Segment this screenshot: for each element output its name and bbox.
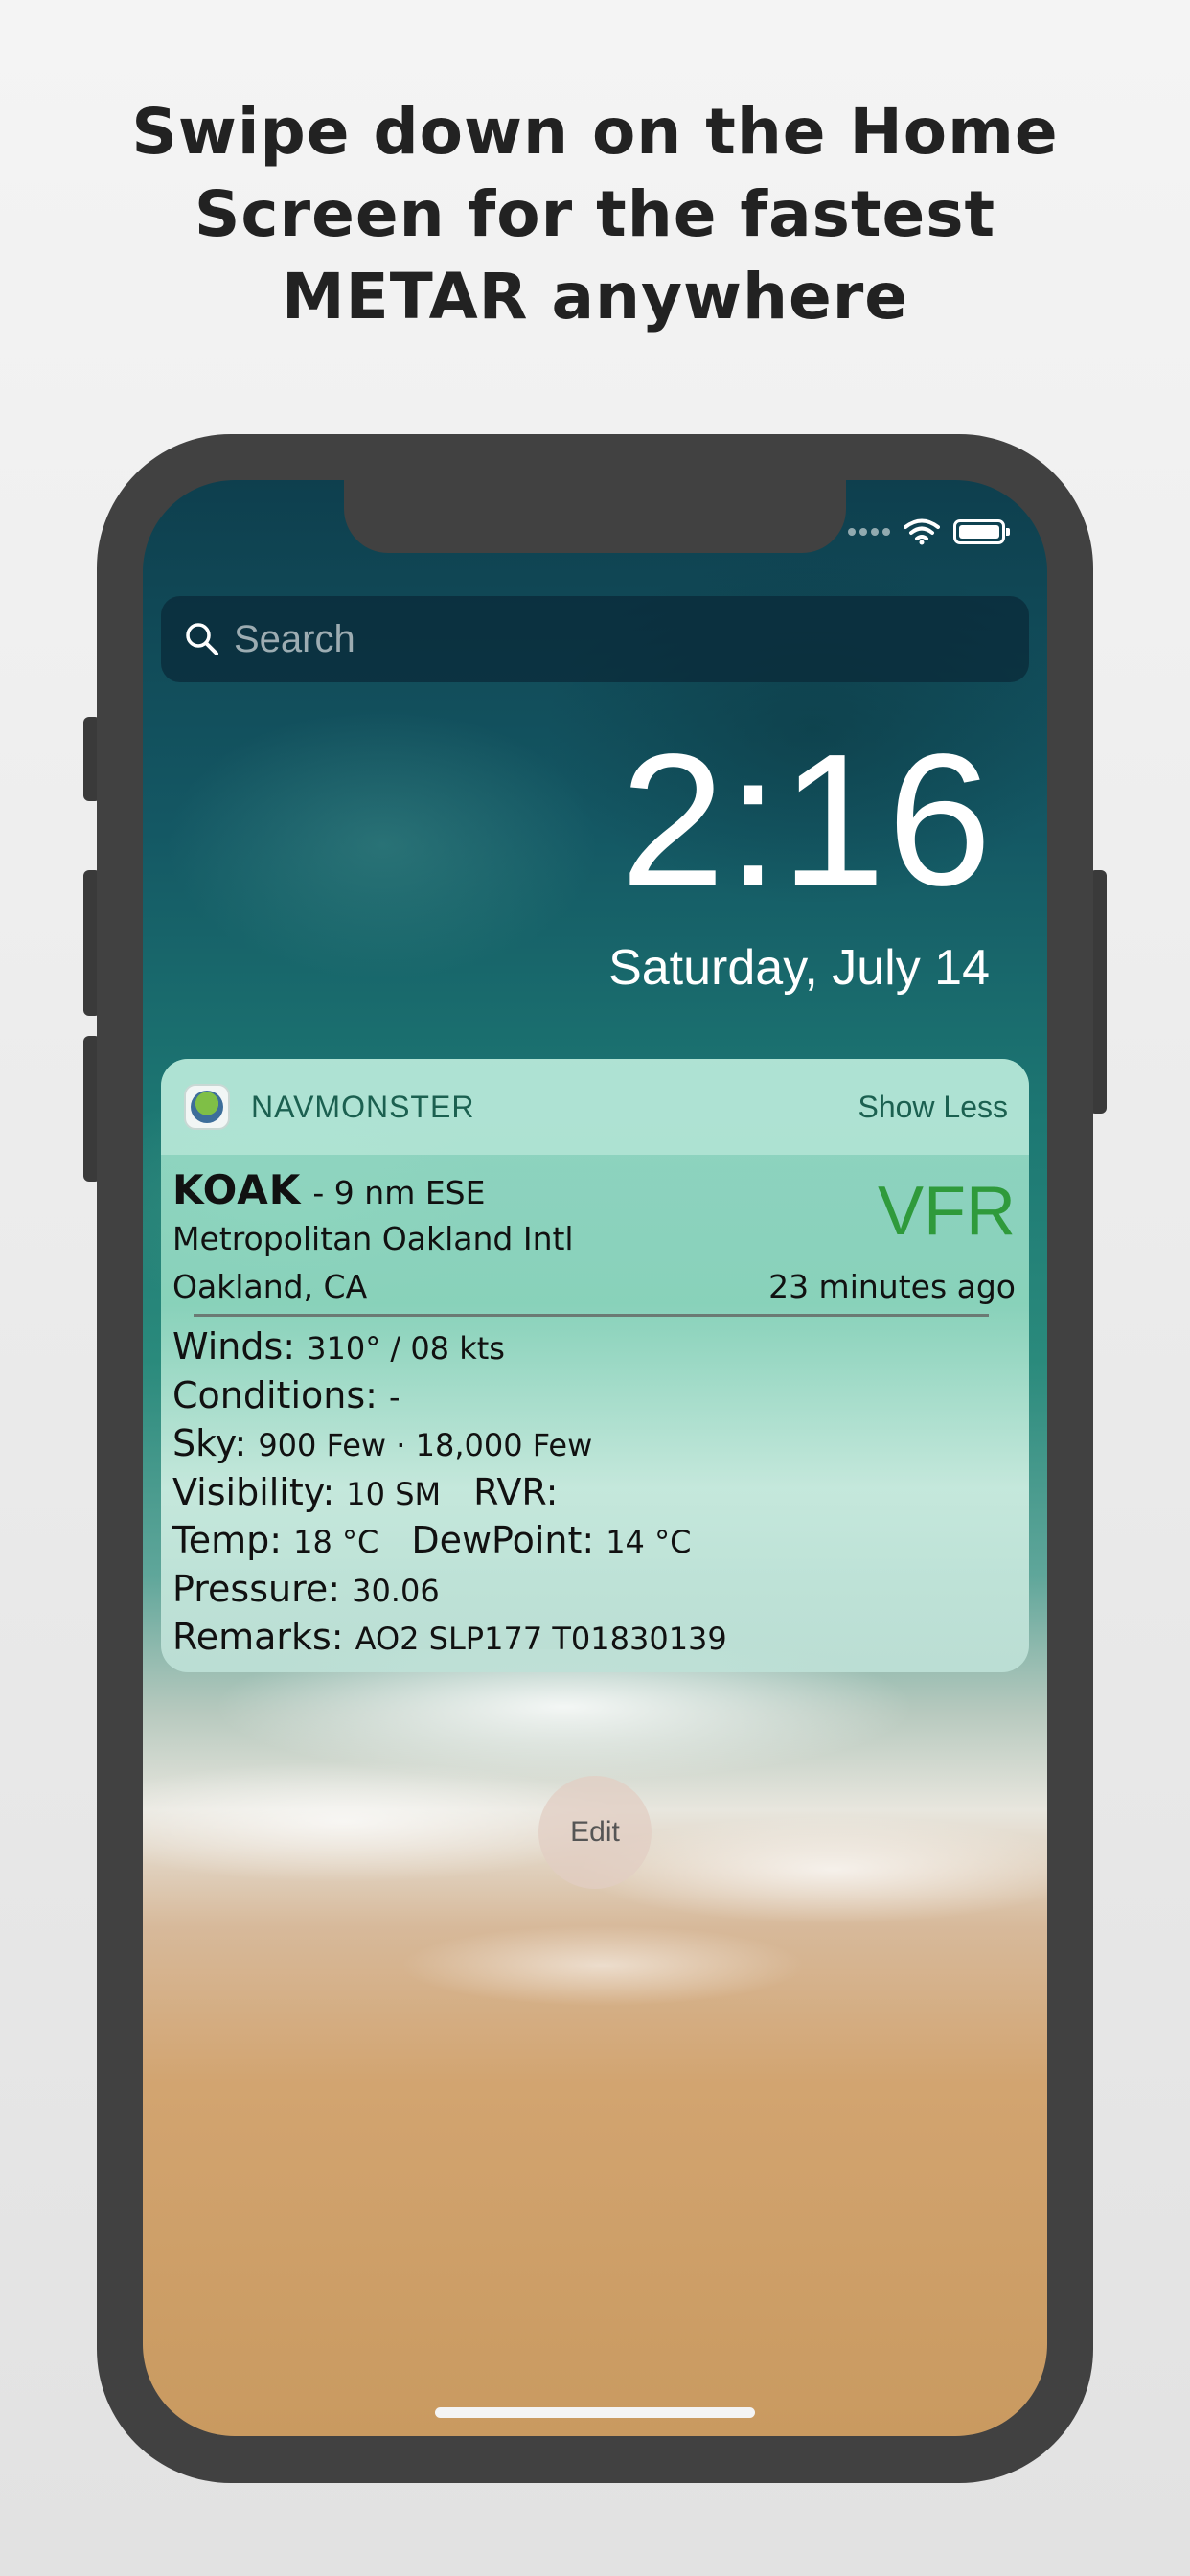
search-bar[interactable]: Search xyxy=(161,596,1029,682)
airport-name: Metropolitan Oakland Intl xyxy=(172,1220,574,1257)
phone-screen: Search 2:16 Saturday, July 14 NAVMONSTER… xyxy=(143,480,1047,2436)
weather-details: Winds: 310° / 08 kts Conditions: - Sky: … xyxy=(172,1325,727,1665)
winds-label: Winds: xyxy=(172,1325,296,1368)
divider xyxy=(194,1314,989,1317)
pressure-value: 30.06 xyxy=(352,1572,440,1609)
headline-line-1: Swipe down on the Home xyxy=(131,95,1059,169)
widget-header: NAVMONSTER Show Less xyxy=(161,1059,1029,1155)
navmonster-app-icon xyxy=(184,1084,230,1130)
sky-label: Sky: xyxy=(172,1422,247,1464)
lock-screen-date: Saturday, July 14 xyxy=(608,940,990,996)
show-less-button[interactable]: Show Less xyxy=(858,1090,1008,1125)
station-row: KOAK - 9 nm ESE xyxy=(172,1166,485,1213)
winds-value: 310° / 08 kts xyxy=(307,1330,505,1367)
widget-app-name: NAVMONSTER xyxy=(251,1089,475,1124)
status-bar xyxy=(848,518,1010,545)
station-distance: - 9 nm ESE xyxy=(312,1174,486,1211)
pressure-label: Pressure: xyxy=(172,1567,341,1610)
remarks-label: Remarks: xyxy=(172,1616,344,1658)
visibility-label: Visibility: xyxy=(172,1470,335,1513)
sky-row: Sky: 900 Few · 18,000 Few xyxy=(172,1422,727,1471)
temperature-row: Temp: 18 °C DewPoint: 14 °C xyxy=(172,1519,727,1568)
headline: Swipe down on the Home Screen for the fa… xyxy=(0,91,1190,338)
flight-category: VFR xyxy=(878,1173,1016,1250)
notch xyxy=(344,480,846,553)
visibility-row: Visibility: 10 SM RVR: xyxy=(172,1471,727,1520)
temp-label: Temp: xyxy=(172,1519,283,1561)
metar-widget[interactable]: NAVMONSTER Show Less KOAK - 9 nm ESE VFR… xyxy=(161,1059,1029,1672)
edit-widgets-button[interactable]: Edit xyxy=(538,1776,652,1889)
cellular-signal-icon xyxy=(848,528,890,536)
temp-value: 18 °C xyxy=(293,1524,379,1560)
headline-line-3: METAR anywhere xyxy=(281,260,909,334)
search-icon xyxy=(186,623,218,656)
winds-row: Winds: 310° / 08 kts xyxy=(172,1325,727,1374)
home-indicator[interactable] xyxy=(435,2407,755,2418)
dewpoint-value: 14 °C xyxy=(606,1524,692,1560)
wifi-icon xyxy=(904,518,940,545)
airport-city: Oakland, CA xyxy=(172,1268,368,1305)
conditions-row: Conditions: - xyxy=(172,1374,727,1423)
observation-age: 23 minutes ago xyxy=(768,1268,1016,1305)
search-placeholder: Search xyxy=(234,617,355,660)
battery-icon xyxy=(953,519,1010,544)
sky-value: 900 Few · 18,000 Few xyxy=(258,1427,593,1463)
remarks-value: AO2 SLP177 T01830139 xyxy=(355,1621,727,1657)
lock-screen-time: 2:16 xyxy=(620,715,994,925)
conditions-label: Conditions: xyxy=(172,1373,378,1416)
remarks-row: Remarks: AO2 SLP177 T01830139 xyxy=(172,1616,727,1665)
pressure-row: Pressure: 30.06 xyxy=(172,1568,727,1617)
conditions-value: - xyxy=(388,1378,400,1415)
dewpoint-label: DewPoint: xyxy=(411,1519,595,1561)
station-id: KOAK xyxy=(172,1166,302,1213)
rvr-label: RVR: xyxy=(473,1470,559,1513)
headline-line-2: Screen for the fastest xyxy=(194,177,996,251)
visibility-value: 10 SM xyxy=(346,1475,442,1512)
